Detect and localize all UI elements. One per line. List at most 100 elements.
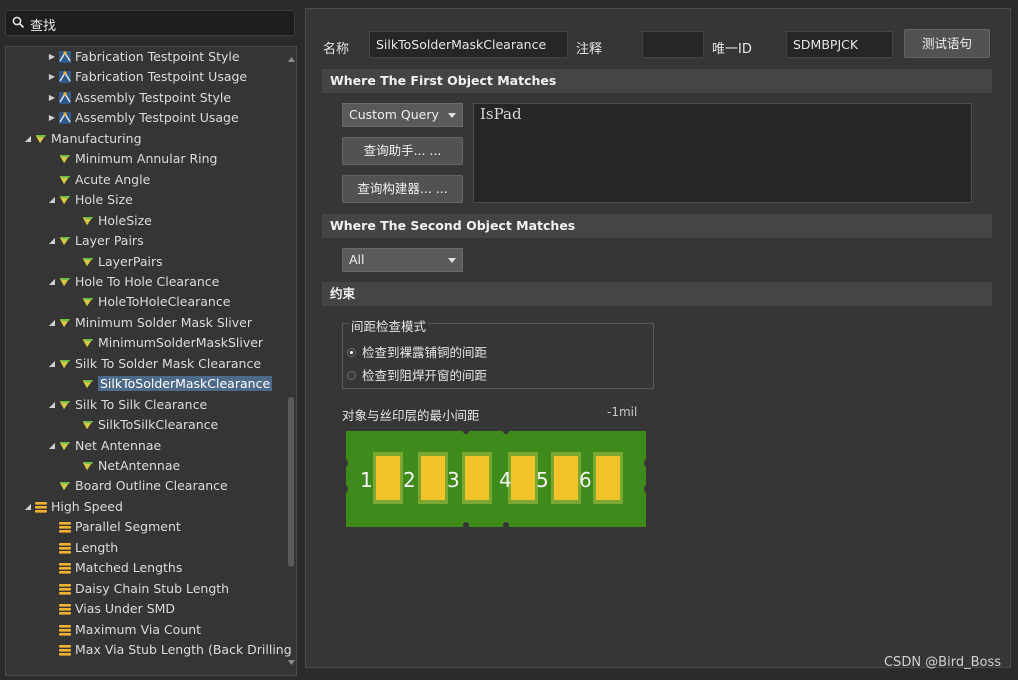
- query-builder-button[interactable]: 查询构建器... ...: [342, 175, 463, 203]
- radio-label: 检查到阻焊开窗的间距: [362, 368, 488, 383]
- first-object-section-title: Where The First Object Matches: [322, 69, 992, 93]
- min-clearance-value[interactable]: -1mil: [607, 405, 637, 419]
- tree-item[interactable]: Board Outline Clearance: [46, 476, 228, 496]
- radio-unchecked-icon[interactable]: [347, 371, 356, 380]
- chevron-down-icon[interactable]: ◢: [22, 497, 34, 517]
- tree-item[interactable]: Daisy Chain Stub Length: [46, 579, 229, 599]
- search-box[interactable]: 查找: [5, 10, 295, 36]
- tree-item[interactable]: Vias Under SMD: [46, 599, 175, 619]
- pad-number: 5: [536, 468, 549, 492]
- chevron-down-icon[interactable]: ◢: [46, 395, 58, 415]
- manufacturing-icon: [81, 338, 94, 350]
- tree-item[interactable]: ▶ Fabrication Testpoint Usage: [46, 67, 247, 87]
- tree-item[interactable]: Minimum Annular Ring: [46, 149, 217, 169]
- query-editor[interactable]: IsPad: [473, 103, 972, 203]
- tree-item[interactable]: ◢ Hole Size: [46, 190, 133, 210]
- tree-item-label: HoleToHoleClearance: [98, 294, 231, 310]
- tree-item-label: Assembly Testpoint Style: [75, 89, 232, 105]
- tree-item[interactable]: ◢ Layer Pairs: [46, 231, 144, 251]
- tree-item-label: Max Via Stub Length (Back Drilling: [75, 642, 292, 658]
- tree-item-label: Silk To Solder Mask Clearance: [75, 355, 262, 371]
- chevron-down-icon[interactable]: ◢: [46, 231, 58, 251]
- high-speed-icon: [59, 563, 71, 574]
- radio-checked-icon[interactable]: [347, 348, 356, 357]
- tree-item-label: Hole Size: [75, 192, 133, 208]
- unique-id-field[interactable]: SDMBPJCK: [786, 31, 893, 58]
- high-speed-icon: [59, 583, 71, 595]
- clearance-preview: 1 2 3 45 6: [346, 428, 648, 528]
- tree-item[interactable]: LayerPairs: [69, 252, 163, 272]
- tree-item-label: Manufacturing: [51, 130, 142, 146]
- manufacturing-icon: [58, 482, 71, 493]
- pcb-preview-graphic: 1 2 3 45 6: [346, 428, 646, 528]
- tree-item[interactable]: HoleToHoleClearance: [69, 292, 230, 312]
- high-speed-icon: [35, 501, 47, 513]
- manufacturing-icon: [58, 359, 71, 370]
- tree-item[interactable]: ▶ Assembly Testpoint Usage: [46, 108, 239, 128]
- unique-id-label: 唯一ID: [712, 42, 752, 57]
- tree-item[interactable]: ◢ Net Antennae: [46, 436, 161, 456]
- tree-item[interactable]: ▶ Assembly Testpoint Style: [46, 88, 231, 108]
- tree-item[interactable]: SilkToSilkClearance: [69, 415, 218, 435]
- test-query-button[interactable]: 测试语句: [904, 29, 990, 58]
- tree-item[interactable]: HoleSize: [69, 211, 152, 231]
- tree-item[interactable]: ◢ Manufacturing: [22, 129, 142, 149]
- manufacturing-icon: [58, 154, 71, 166]
- tree-item-label: Minimum Solder Mask Sliver: [75, 314, 252, 330]
- tree-item-label: Minimum Annular Ring: [75, 151, 218, 167]
- min-clearance-label: 对象与丝印层的最小间距: [342, 408, 480, 423]
- tree-item[interactable]: ◢ Minimum Solder Mask Sliver: [46, 313, 252, 333]
- radio-exposed-copper[interactable]: 检查到裸露铺铜的间距: [347, 342, 487, 361]
- tree-item[interactable]: MinimumSolderMaskSliver: [69, 333, 263, 353]
- manufacturing-icon: [58, 400, 71, 411]
- tree-item[interactable]: Maximum Via Count: [46, 620, 201, 640]
- tree-item[interactable]: Parallel Segment: [46, 517, 181, 537]
- radio-solder-mask-opening[interactable]: 检查到阻焊开窗的间距: [347, 365, 487, 384]
- chevron-down-icon[interactable]: ◢: [46, 354, 58, 374]
- chevron-right-icon[interactable]: ▶: [46, 88, 58, 108]
- second-object-mode-select[interactable]: All: [342, 248, 463, 272]
- second-object-mode-value: All: [349, 252, 365, 267]
- query-helper-button[interactable]: 查询助手... ...: [342, 137, 463, 165]
- comment-field[interactable]: [642, 31, 704, 58]
- manufacturing-icon: [58, 236, 71, 247]
- scroll-down-icon[interactable]: [288, 660, 295, 665]
- tree-item[interactable]: SilkToSolderMaskClearance: [69, 374, 273, 394]
- chevron-down-icon: [448, 258, 456, 263]
- chevron-down-icon[interactable]: ◢: [46, 313, 58, 333]
- tree-item[interactable]: ◢ Silk To Silk Clearance: [46, 395, 207, 415]
- tree-item[interactable]: ▶ Fabrication Testpoint Style: [46, 47, 240, 67]
- chevron-right-icon[interactable]: ▶: [46, 67, 58, 87]
- chevron-right-icon[interactable]: ▶: [46, 47, 58, 67]
- tree-item-label: Daisy Chain Stub Length: [75, 580, 230, 596]
- chevron-down-icon[interactable]: ◢: [46, 272, 58, 292]
- tree-item-label: Layer Pairs: [75, 233, 144, 249]
- pad: [596, 456, 620, 500]
- name-field[interactable]: SilkToSolderMaskClearance: [369, 31, 568, 58]
- watermark: CSDN @Bird_Boss: [883, 655, 1001, 670]
- rule-editor: 名称 SilkToSolderMaskClearance 注释 唯一ID SDM…: [305, 8, 1011, 668]
- high-speed-icon: [59, 624, 71, 636]
- tree-item[interactable]: ◢ Hole To Hole Clearance: [46, 272, 219, 292]
- tree-item[interactable]: NetAntennae: [69, 456, 180, 476]
- tree-item-label: Maximum Via Count: [75, 621, 202, 637]
- manufacturing-icon: [81, 379, 94, 390]
- first-object-mode-select[interactable]: Custom Query: [342, 103, 463, 127]
- chevron-right-icon[interactable]: ▶: [46, 108, 58, 128]
- tree-item[interactable]: Matched Lengths: [46, 558, 182, 578]
- scroll-up-icon[interactable]: [288, 57, 295, 62]
- tree-item-label: Parallel Segment: [75, 519, 181, 535]
- chevron-down-icon[interactable]: ◢: [46, 190, 58, 210]
- tree-scroll-thumb[interactable]: [288, 397, 294, 567]
- tree-item[interactable]: Length: [46, 538, 118, 558]
- tree-scrollbar[interactable]: [288, 57, 295, 665]
- tree-item-label: Fabrication Testpoint Style: [75, 49, 240, 64]
- chevron-down-icon[interactable]: ◢: [46, 436, 58, 456]
- chevron-down-icon: [448, 113, 456, 118]
- tree-item[interactable]: Acute Angle: [46, 170, 150, 190]
- tree-item[interactable]: Max Via Stub Length (Back Drilling: [46, 640, 292, 660]
- chevron-down-icon[interactable]: ◢: [22, 129, 34, 149]
- tree-item[interactable]: ◢ Silk To Solder Mask Clearance: [46, 354, 261, 374]
- tree-item[interactable]: ◢ High Speed: [22, 497, 123, 517]
- rule-tree[interactable]: ▶ Fabrication Testpoint Style ▶ Fabrication…: [5, 46, 297, 676]
